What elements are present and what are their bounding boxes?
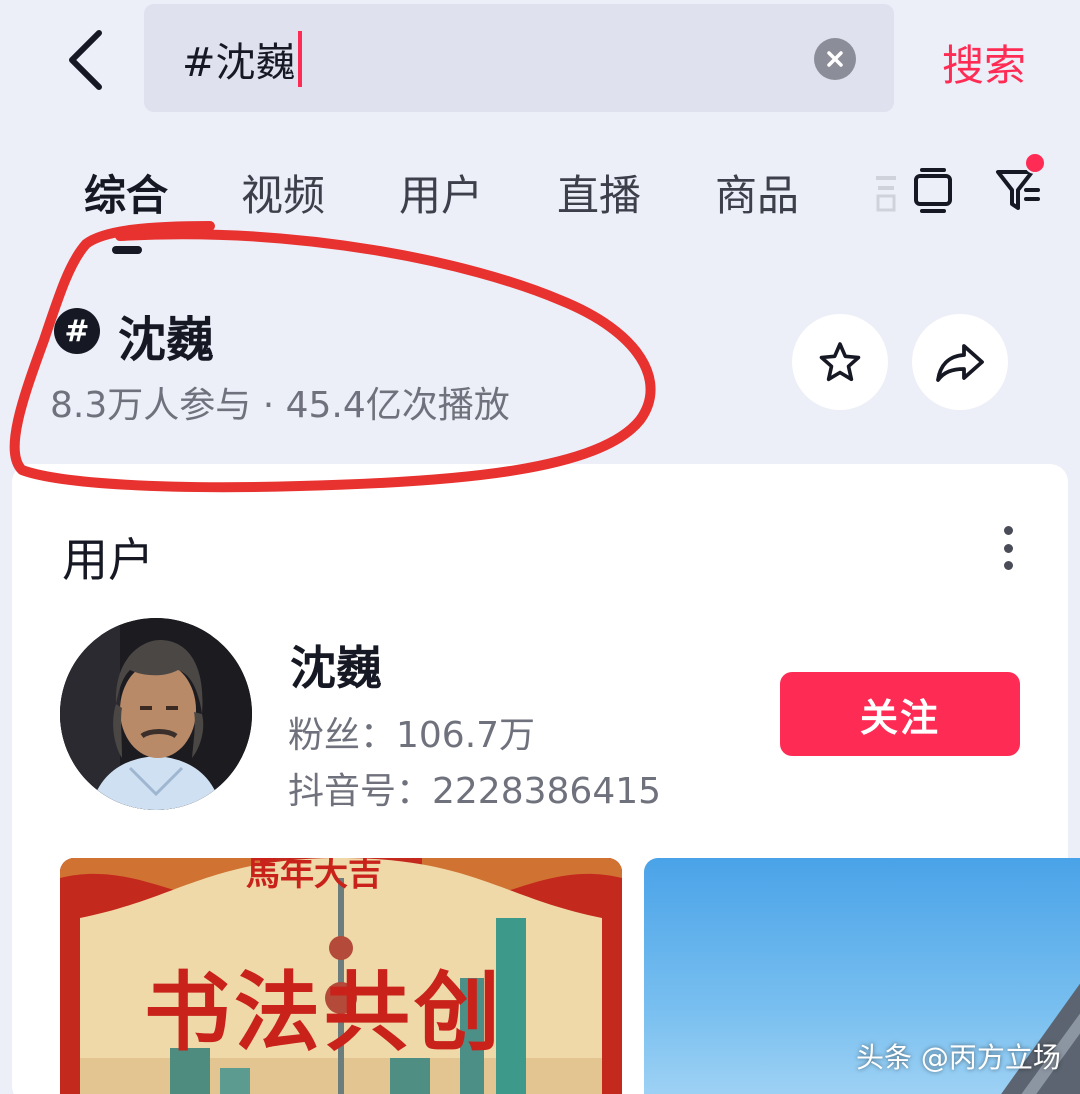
tab-products[interactable]: 商品 <box>715 162 799 223</box>
search-results-page: #沈巍 搜索 综合 视频 用户 直播 商品 # 沈巍 8.3万人参与 · 45.… <box>0 0 1080 1094</box>
layout-toggle-button[interactable] <box>910 166 956 216</box>
star-icon <box>819 342 861 382</box>
hashtag-icon: # <box>54 308 100 354</box>
users-result-card: 用户 沈巍 粉丝：106.7万 抖音号：2228386415 关注 馬年大吉 书… <box>12 464 1080 1094</box>
thumbnail-banner-text: 馬年大吉 <box>246 858 382 894</box>
avatar-photo <box>60 618 252 810</box>
tab-users[interactable]: 用户 <box>399 162 483 223</box>
share-icon <box>936 344 984 382</box>
users-section-title: 用户 <box>62 533 154 587</box>
tab-live[interactable]: 直播 <box>557 162 641 223</box>
search-submit-button[interactable]: 搜索 <box>942 32 1026 93</box>
back-arrow-icon <box>69 30 102 90</box>
clear-button[interactable] <box>814 38 856 80</box>
tab-overflow-fade <box>872 168 900 226</box>
avatar[interactable] <box>60 618 252 810</box>
favorite-button[interactable] <box>792 314 888 410</box>
search-query-wrap: #沈巍 <box>182 30 302 88</box>
user-douyin-id: 抖音号：2228386415 <box>288 771 662 812</box>
user-name[interactable]: 沈巍 <box>290 632 382 698</box>
more-vertical-icon[interactable] <box>990 526 1026 570</box>
tab-comprehensive[interactable]: 综合 <box>84 162 168 223</box>
follow-button[interactable]: 关注 <box>780 672 1020 756</box>
result-tabs: 综合 视频 用户 直播 商品 <box>84 162 904 232</box>
thumbnail-title: 书法共创 <box>144 962 504 1063</box>
clear-icon <box>827 51 843 67</box>
filter-notification-dot <box>1024 152 1046 174</box>
tab-videos[interactable]: 视频 <box>241 162 325 223</box>
back-button[interactable] <box>50 22 120 98</box>
text-caret <box>297 31 302 87</box>
user-follower-count: 粉丝：106.7万 <box>288 715 536 756</box>
topic-title[interactable]: 沈巍 <box>118 300 214 370</box>
overflow-tab-glyph-icon <box>876 176 896 212</box>
active-tab-indicator <box>112 246 142 254</box>
search-input[interactable]: #沈巍 <box>144 4 894 112</box>
share-button[interactable] <box>912 314 1008 410</box>
watermark: 头条 @丙方立场 <box>856 1041 1061 1074</box>
video-thumbnail[interactable]: 馬年大吉 书法共创 <box>60 858 622 1094</box>
search-query: #沈巍 <box>182 40 296 86</box>
topic-stats: 8.3万人参与 · 45.4亿次播放 <box>50 385 510 426</box>
layout-icon <box>914 168 952 213</box>
